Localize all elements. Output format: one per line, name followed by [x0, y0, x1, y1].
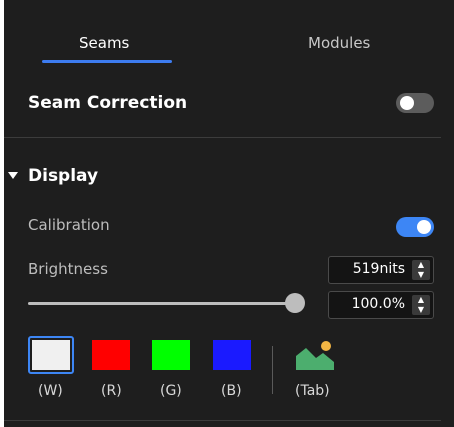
spin-arrows: ▲ ▼	[412, 260, 430, 280]
brightness-percent-spinbox[interactable]: 100.0% ▲ ▼	[328, 291, 434, 319]
image-mode-label: (Tab)	[295, 383, 330, 399]
spin-arrows: ▲ ▼	[412, 295, 430, 315]
divider	[4, 420, 441, 421]
seam-correction-label: Seam Correction	[28, 93, 188, 113]
display-section-title: Display	[28, 166, 99, 186]
swatch-separator	[272, 346, 273, 394]
decrement-icon[interactable]: ▼	[412, 305, 430, 315]
brightness-slider-handle[interactable]	[285, 293, 305, 313]
blue-label: (B)	[221, 383, 242, 399]
settings-panel: Seams Modules Seam Correction Display Ca…	[4, 0, 454, 427]
increment-icon[interactable]: ▲	[412, 260, 430, 270]
red-color-button[interactable]	[88, 336, 134, 374]
decrement-icon[interactable]: ▼	[412, 270, 430, 280]
brightness-slider-track[interactable]	[28, 302, 296, 305]
divider	[4, 137, 441, 138]
green-color-button[interactable]	[148, 336, 194, 374]
brightness-nits-spinbox[interactable]: 519nits ▲ ▼	[328, 256, 434, 284]
tab-bar: Seams Modules	[4, 0, 454, 68]
active-tab-indicator	[42, 60, 172, 63]
green-label: (G)	[160, 383, 182, 399]
green-swatch	[152, 340, 190, 370]
brightness-label: Brightness	[28, 260, 108, 278]
seam-correction-toggle[interactable]	[396, 93, 434, 113]
image-icon[interactable]	[296, 338, 334, 370]
white-swatch	[32, 340, 70, 370]
white-color-button[interactable]	[28, 336, 74, 374]
brightness-percent-value: 100.0%	[351, 296, 405, 312]
calibration-toggle[interactable]	[396, 217, 434, 237]
red-label: (R)	[101, 383, 122, 399]
tab-modules[interactable]: Modules	[308, 34, 370, 52]
toggle-knob	[400, 96, 414, 110]
tab-seams[interactable]: Seams	[79, 34, 129, 52]
increment-icon[interactable]: ▲	[412, 295, 430, 305]
red-swatch	[92, 340, 130, 370]
collapse-caret-icon[interactable]	[8, 172, 18, 180]
blue-swatch	[213, 340, 251, 370]
brightness-nits-value: 519nits	[352, 261, 405, 277]
toggle-knob	[417, 220, 431, 234]
calibration-label: Calibration	[28, 216, 110, 234]
blue-color-button[interactable]	[209, 336, 255, 374]
white-label: (W)	[38, 383, 63, 399]
